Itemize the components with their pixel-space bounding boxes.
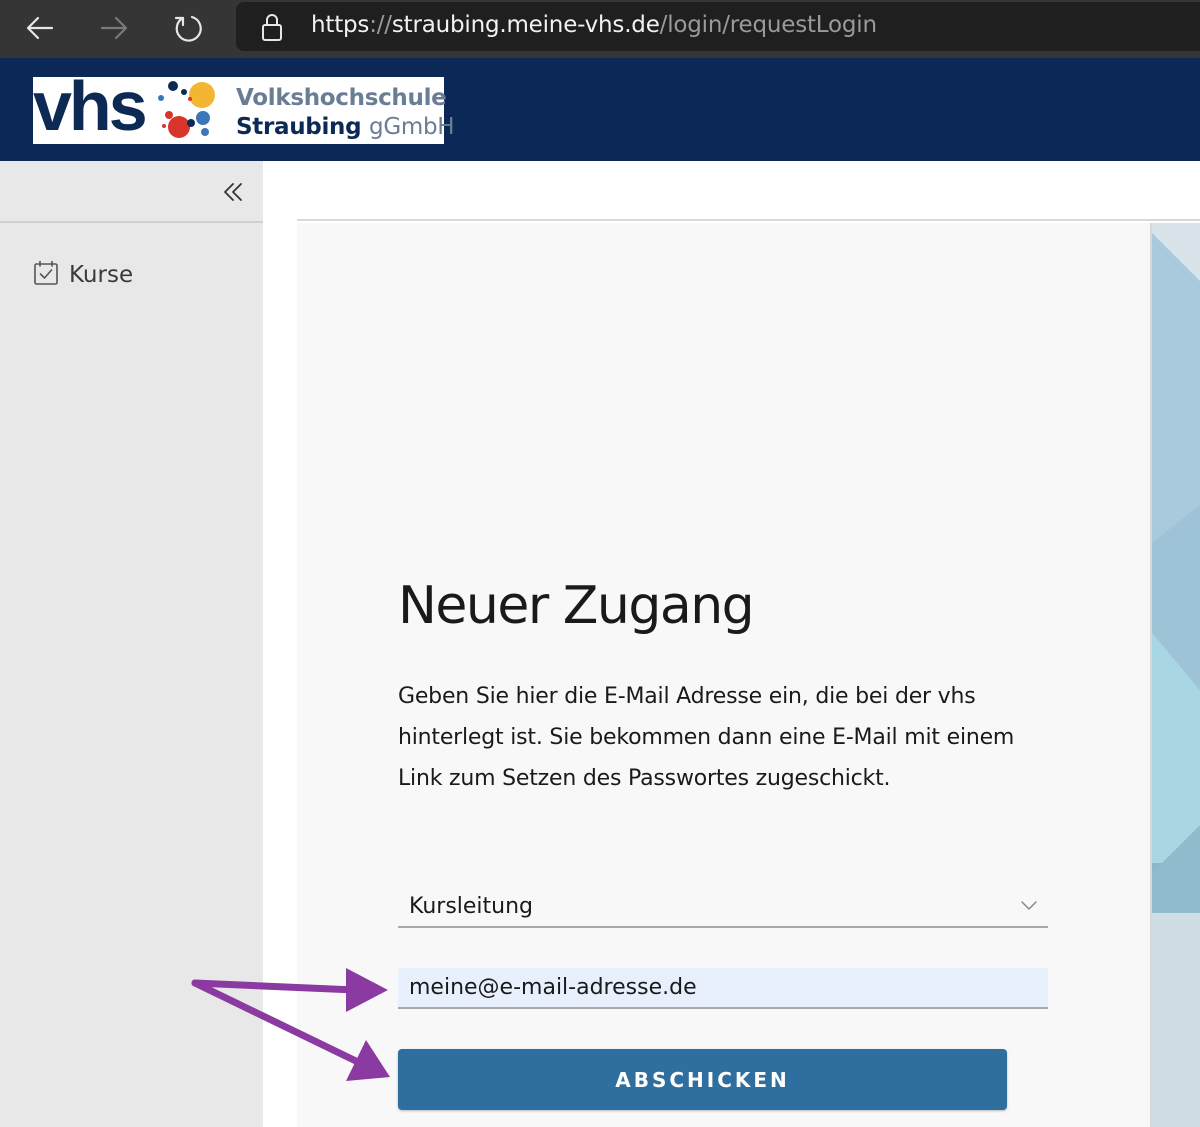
url-separator: :// [369, 12, 392, 38]
logo-name-light: gGmbH [369, 114, 455, 140]
back-arrow-icon[interactable] [20, 8, 60, 48]
double-chevron-left-icon[interactable] [218, 177, 248, 207]
submit-button[interactable]: ABSCHICKEN [398, 1049, 1007, 1110]
role-select-value: Kursleitung [409, 894, 534, 919]
url-host: straubing.meine-vhs.de [391, 12, 660, 38]
site-header: vhs Volkshochschule Straubing gGmbH [0, 58, 1200, 161]
sidebar: Kurse [0, 161, 263, 1127]
email-field-value: meine@e-mail-adresse.de [409, 975, 697, 1000]
vhs-logo[interactable]: vhs Volkshochschule Straubing gGmbH [33, 71, 455, 144]
url-text[interactable]: https://straubing.meine-vhs.de/login/req… [311, 12, 877, 38]
submit-button-label: ABSCHICKEN [615, 1067, 790, 1092]
role-select[interactable]: Kursleitung [398, 888, 1048, 928]
forward-arrow-icon[interactable] [94, 8, 134, 48]
sidebar-item-label: Kurse [69, 262, 134, 288]
lock-icon[interactable] [258, 12, 286, 47]
browser-toolbar: https://straubing.meine-vhs.de/login/req… [0, 0, 1200, 58]
decorative-background [1150, 223, 1200, 1127]
logo-dots-icon [158, 81, 215, 138]
logo-name-bold: Straubing [236, 114, 362, 140]
intro-text: Geben Sie hier die E-Mail Adresse ein, d… [398, 684, 1015, 791]
url-scheme: https [311, 12, 370, 38]
main-toolbar [297, 161, 1200, 221]
calendar-check-icon [33, 260, 59, 291]
sidebar-top [0, 161, 263, 223]
chevron-down-icon [1020, 898, 1038, 917]
email-field[interactable]: meine@e-mail-adresse.de [398, 968, 1048, 1009]
sidebar-item-kurse[interactable]: Kurse [33, 259, 133, 291]
url-path: /login/requestLogin [659, 12, 877, 38]
logo-name-line2: Straubing gGmbH [236, 114, 455, 140]
logo-name-line1: Volkshochschule [236, 85, 447, 111]
page-title: Neuer Zugang [398, 576, 755, 636]
logo-mark: vhs [33, 67, 148, 145]
reload-icon[interactable] [168, 8, 208, 48]
